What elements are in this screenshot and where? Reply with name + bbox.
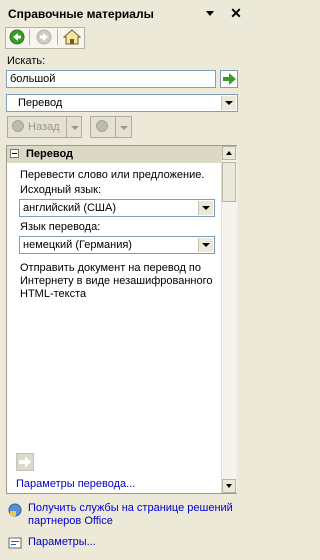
scroll-down-button[interactable] bbox=[222, 479, 236, 493]
source-language-select[interactable]: английский (США) bbox=[19, 199, 215, 217]
office-services-icon bbox=[7, 502, 23, 518]
source-language-label: Исходный язык: bbox=[20, 184, 102, 196]
nav-separator bbox=[57, 29, 58, 45]
translate-intro: Перевести слово или предложение. bbox=[20, 169, 205, 181]
back-button: Назад bbox=[7, 116, 82, 138]
service-select[interactable]: Перевод bbox=[6, 94, 238, 112]
go-arrow-icon bbox=[223, 73, 236, 85]
target-language-label: Язык перевода: bbox=[20, 221, 101, 233]
results-panel bbox=[6, 145, 237, 494]
chevron-down-icon bbox=[120, 126, 128, 130]
pane-menu-arrow-icon[interactable] bbox=[205, 9, 215, 19]
target-language-select[interactable]: немецкий (Германия) bbox=[19, 236, 215, 254]
close-icon[interactable]: ✕ bbox=[228, 5, 244, 21]
source-language-value: английский (США) bbox=[23, 202, 117, 214]
button-split bbox=[115, 117, 116, 137]
search-input[interactable]: большой bbox=[6, 70, 216, 88]
arrow-right-icon bbox=[19, 456, 31, 468]
arrow-up-icon bbox=[226, 151, 232, 155]
chevron-down-icon bbox=[71, 126, 79, 130]
start-search-button[interactable] bbox=[220, 70, 238, 88]
send-translation-button bbox=[16, 453, 34, 471]
forward-button bbox=[90, 116, 132, 138]
chevron-down-icon[interactable] bbox=[198, 238, 213, 252]
get-services-link[interactable]: Получить службы на странице решений парт… bbox=[28, 502, 243, 528]
chevron-down-icon[interactable] bbox=[198, 201, 213, 215]
button-split bbox=[66, 117, 67, 137]
scroll-up-button[interactable] bbox=[222, 146, 236, 160]
back-button-label: Назад bbox=[28, 121, 60, 133]
home-icon[interactable] bbox=[62, 29, 82, 45]
send-document-text: Отправить документ на перевод по Интерне… bbox=[20, 262, 213, 300]
settings-icon bbox=[7, 535, 23, 551]
search-label: Искать: bbox=[7, 55, 46, 67]
nav-separator bbox=[29, 29, 30, 45]
arrow-down-icon bbox=[226, 484, 232, 488]
section-title: Перевод bbox=[26, 148, 74, 160]
back-nav-icon[interactable] bbox=[8, 29, 26, 45]
service-select-value: Перевод bbox=[18, 97, 63, 109]
collapse-icon[interactable] bbox=[10, 149, 19, 158]
forward-nav-icon bbox=[35, 29, 53, 45]
scroll-thumb[interactable] bbox=[222, 162, 236, 202]
translation-options-link[interactable]: Параметры перевода... bbox=[16, 478, 135, 490]
back-circle-icon bbox=[12, 120, 24, 132]
settings-link[interactable]: Параметры... bbox=[28, 536, 96, 548]
pane-title: Справочные материалы bbox=[8, 7, 154, 21]
forward-circle-icon bbox=[96, 120, 108, 132]
chevron-down-icon[interactable] bbox=[221, 96, 236, 110]
target-language-value: немецкий (Германия) bbox=[23, 239, 132, 251]
